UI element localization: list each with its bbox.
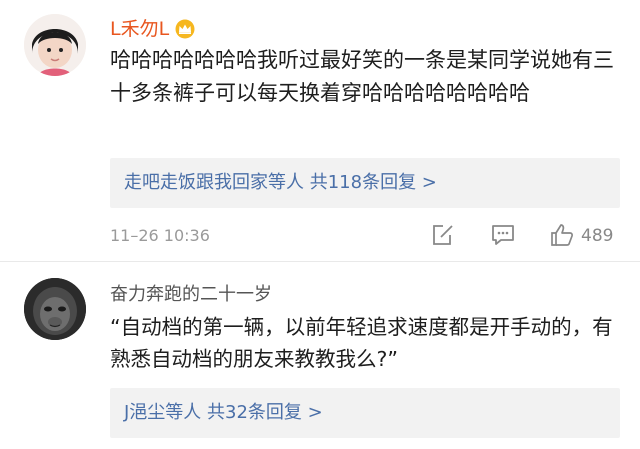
timestamp: 11–26 10:36 (110, 226, 210, 245)
child-avatar-icon (24, 14, 86, 76)
comment-icon[interactable] (490, 222, 516, 252)
username[interactable]: 奋力奔跑的二十一岁 (110, 283, 272, 307)
like-count: 489 (581, 226, 614, 246)
comment-item: L禾勿L 哈哈哈哈哈哈哈我听过最好笑的一条是某同学说她有三十多条裤子可以每天换着… (0, 0, 640, 262)
edit-icon[interactable] (430, 222, 456, 252)
replies-link[interactable]: J浥尘等人 共32条回复 > (124, 388, 323, 438)
username-text[interactable]: L禾勿L (110, 18, 169, 40)
monkey-avatar-icon (24, 278, 86, 340)
crown-badge-icon (174, 19, 196, 45)
replies-box[interactable]: J浥尘等人 共32条回复 > (110, 388, 620, 438)
avatar[interactable] (24, 278, 86, 340)
replies-link[interactable]: 走吧走饭跟我回家等人 共118条回复 > (124, 158, 437, 208)
thumbs-up-icon[interactable] (549, 222, 575, 252)
comment-text: 哈哈哈哈哈哈哈我听过最好笑的一条是某同学说她有三十多条裤子可以每天换着穿哈哈哈哈… (110, 48, 614, 105)
comment-item: 奋力奔跑的二十一岁 “自动档的第一辆，以前年轻追求速度都是开手动的，有熟悉自动档… (0, 262, 640, 449)
avatar[interactable] (24, 14, 86, 76)
replies-box[interactable]: 走吧走饭跟我回家等人 共118条回复 > (110, 158, 620, 208)
username[interactable]: L禾勿L (110, 17, 196, 45)
comment-text: “自动档的第一辆，以前年轻追求速度都是开手动的，有熟悉自动档的朋友来教教我么?” (110, 315, 613, 371)
